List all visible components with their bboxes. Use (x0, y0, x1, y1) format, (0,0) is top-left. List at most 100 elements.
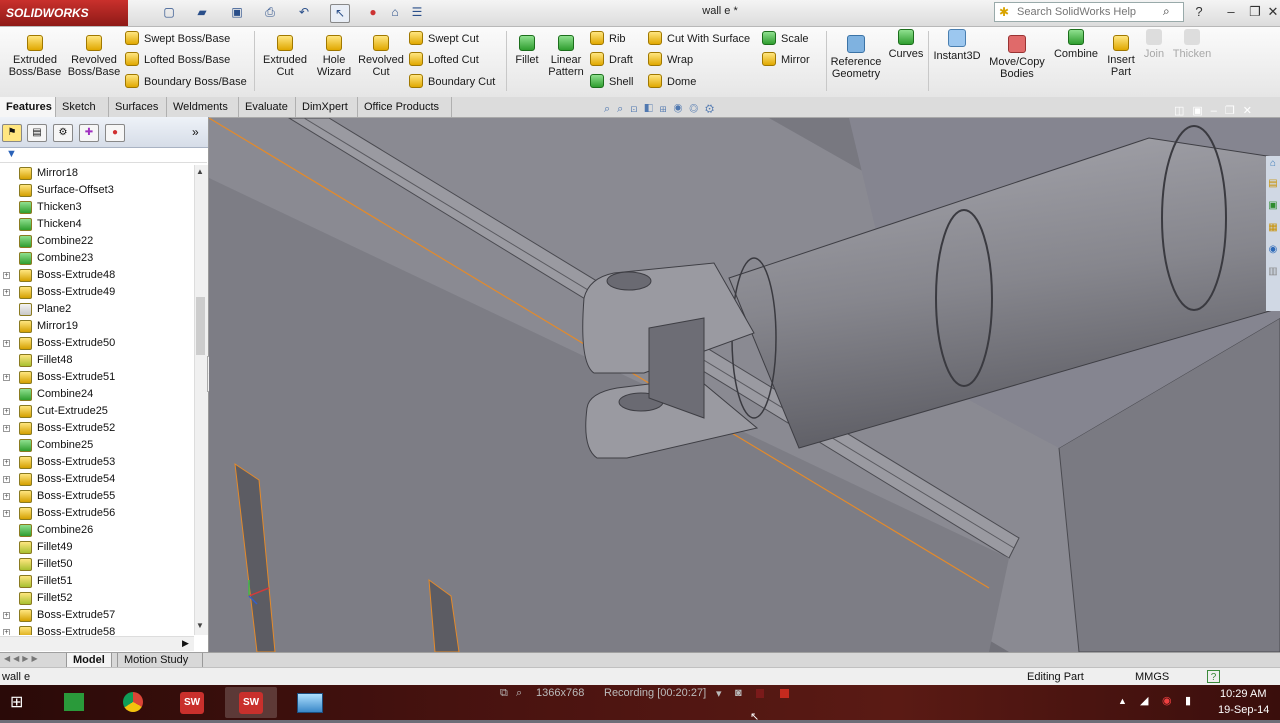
combine-button[interactable]: Combine (1050, 21, 1102, 60)
solidworks-active-app-icon[interactable]: SW (225, 687, 277, 718)
options-icon[interactable]: ☰ (408, 4, 426, 21)
tree-node[interactable]: Fillet52 (0, 590, 194, 607)
camera-icon[interactable]: ◙ (735, 687, 742, 699)
hole-wizard-button[interactable]: Hole Wizard (312, 27, 356, 78)
recorder-dropdown-icon[interactable]: ▾ (716, 687, 722, 700)
tree-node[interactable]: + Boss-Extrude55 (0, 488, 194, 505)
tree-node[interactable]: Fillet49 (0, 539, 194, 556)
explorer-app-icon[interactable] (284, 687, 336, 718)
file-explorer-icon[interactable]: ▣ (1266, 200, 1280, 222)
expand-toggle-icon[interactable]: + (3, 272, 10, 279)
rib-button[interactable]: Rib (590, 30, 626, 48)
help-status-icon[interactable]: ? (1207, 670, 1220, 683)
scroll-right-arrow-icon[interactable]: ▶ (182, 638, 189, 649)
tree-node[interactable]: + Boss-Extrude50 (0, 335, 194, 352)
instant3d-button[interactable]: Instant3D (930, 21, 984, 62)
dimxpert-manager-tab-icon[interactable]: ✚ (79, 124, 99, 142)
mirror-button[interactable]: Mirror (762, 51, 810, 69)
tab-evaluate[interactable]: Evaluate (239, 97, 296, 117)
tree-node[interactable]: Fillet50 (0, 556, 194, 573)
boundary-boss-button[interactable]: Boundary Boss/Base (125, 73, 247, 91)
feature-tree-tab-icon[interactable]: ⚑ (2, 124, 22, 142)
draft-button[interactable]: Draft (590, 51, 633, 69)
tree-node[interactable]: + Boss-Extrude58 (0, 624, 194, 635)
chrome-app-icon[interactable] (107, 687, 159, 718)
search-input[interactable] (1017, 5, 1157, 19)
status-unit-system[interactable]: MMGS (1135, 668, 1169, 686)
expand-toggle-icon[interactable]: + (3, 374, 10, 381)
property-manager-tab-icon[interactable]: ▤ (27, 124, 47, 142)
lofted-boss-button[interactable]: Lofted Boss/Base (125, 51, 230, 69)
linear-pattern-button[interactable]: Linear Pattern (545, 27, 587, 78)
search-icon[interactable]: ⌕ (1163, 4, 1170, 19)
cut-with-surface-button[interactable]: Cut With Surface (648, 30, 750, 48)
tree-node[interactable]: Mirror19 (0, 318, 194, 335)
tree-node[interactable]: Combine22 (0, 233, 194, 250)
expand-toggle-icon[interactable]: + (3, 425, 10, 432)
tree-node[interactable]: + Boss-Extrude54 (0, 471, 194, 488)
shell-button[interactable]: Shell (590, 73, 633, 91)
expand-toggle-icon[interactable]: + (3, 612, 10, 619)
tree-node[interactable]: + Boss-Extrude52 (0, 420, 194, 437)
tree-node[interactable]: + Boss-Extrude56 (0, 505, 194, 522)
tree-node[interactable]: Thicken3 (0, 199, 194, 216)
curves-button[interactable]: Curves (886, 21, 926, 60)
network-icon[interactable]: ◢ (1140, 694, 1148, 707)
configuration-manager-tab-icon[interactable]: ⚙ (53, 124, 73, 142)
close-button[interactable]: ✕ (1262, 3, 1280, 21)
appearances-icon[interactable]: ◉ (1266, 244, 1280, 266)
fillet-button[interactable]: Fillet (510, 27, 544, 66)
expand-toggle-icon[interactable]: + (3, 629, 10, 635)
expand-toggle-icon[interactable]: + (3, 476, 10, 483)
tree-node[interactable]: Combine26 (0, 522, 194, 539)
expand-toggle-icon[interactable]: + (3, 340, 10, 347)
print-icon[interactable]: ⎙ (261, 4, 279, 21)
tree-node[interactable]: Thicken4 (0, 216, 194, 233)
solidworks-app-icon[interactable]: SW (166, 687, 218, 718)
wrap-button[interactable]: Wrap (648, 51, 693, 69)
dome-button[interactable]: Dome (648, 73, 696, 91)
tab-features[interactable]: Features (0, 97, 56, 117)
tab-weldments[interactable]: Weldments (167, 97, 239, 117)
screen-capture-icon[interactable]: ⧉ (500, 687, 508, 700)
battery-icon[interactable]: ▮ (1185, 694, 1191, 707)
tab-office-products[interactable]: Office Products (358, 97, 452, 117)
thicken-button[interactable]: Thicken (1170, 21, 1214, 60)
swept-boss-button[interactable]: Swept Boss/Base (125, 30, 230, 48)
rebuild-icon[interactable]: ● (364, 4, 382, 21)
expand-toggle-icon[interactable]: + (3, 510, 10, 517)
extruded-boss-button[interactable]: Extruded Boss/Base (6, 27, 64, 78)
revolved-cut-button[interactable]: Revolved Cut (356, 27, 406, 78)
tab-sketch[interactable]: Sketch (56, 97, 109, 117)
tree-node[interactable]: + Boss-Extrude57 (0, 607, 194, 624)
tree-scroll-thumb[interactable] (196, 297, 205, 355)
windows-start-icon[interactable]: ⊞ (10, 694, 32, 712)
tab-surfaces[interactable]: Surfaces (109, 97, 167, 117)
zoom-magnifier-icon[interactable]: ⌕ (516, 687, 522, 700)
tree-node[interactable]: Combine23 (0, 250, 194, 267)
tree-vertical-scrollbar[interactable] (194, 165, 208, 635)
tree-node[interactable]: Fillet51 (0, 573, 194, 590)
swept-cut-button[interactable]: Swept Cut (409, 30, 479, 48)
new-document-icon[interactable]: ▢ (160, 4, 178, 21)
join-button[interactable]: Join (1140, 21, 1168, 60)
graphics-viewport[interactable] (209, 118, 1280, 652)
expand-panel-icon[interactable]: » (192, 125, 199, 139)
boundary-cut-button[interactable]: Boundary Cut (409, 73, 495, 91)
tray-clock-date[interactable]: 19-Sep-14 (1218, 704, 1269, 716)
tree-node[interactable]: + Boss-Extrude51 (0, 369, 194, 386)
tree-node[interactable]: Plane2 (0, 301, 194, 318)
revolved-boss-button[interactable]: Revolved Boss/Base (66, 27, 122, 78)
volume-icon[interactable]: ◉ (1162, 694, 1172, 707)
tree-node[interactable]: Surface-Offset3 (0, 182, 194, 199)
show-hidden-icons[interactable]: ▲ (1118, 696, 1127, 706)
display-manager-tab-icon[interactable]: ● (105, 124, 125, 142)
tree-node[interactable]: Combine24 (0, 386, 194, 403)
expand-toggle-icon[interactable]: + (3, 408, 10, 415)
tree-node[interactable]: Combine25 (0, 437, 194, 454)
stop-recording-icon[interactable] (780, 689, 789, 698)
expand-toggle-icon[interactable]: + (3, 493, 10, 500)
filter-icon[interactable]: ▼ (6, 148, 17, 160)
expand-toggle-icon[interactable]: + (3, 289, 10, 296)
tree-filter[interactable]: ▼ (0, 148, 207, 163)
